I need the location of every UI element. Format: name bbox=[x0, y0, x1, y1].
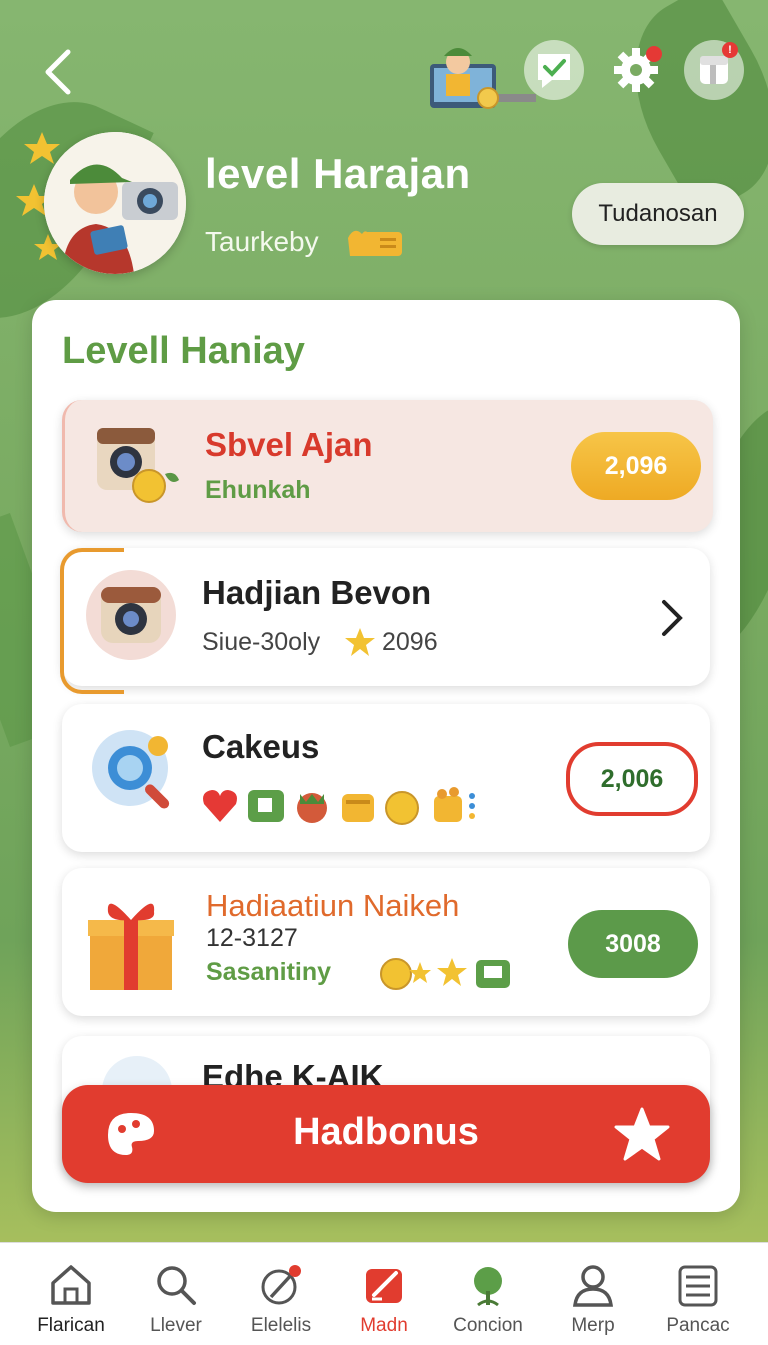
back-button[interactable] bbox=[38, 46, 82, 98]
nav-label: Concion bbox=[453, 1315, 523, 1336]
nav-item-edit[interactable]: Madn bbox=[334, 1257, 434, 1341]
list-item[interactable]: Hadiaatiun Naikeh 12-3127 Sasanitiny 300… bbox=[62, 868, 710, 1016]
card-title: Hadiaatiun Naikeh bbox=[206, 888, 460, 923]
list-item[interactable]: Cakeus 2,006 bbox=[62, 704, 710, 852]
nav-label: Elelelis bbox=[250, 1315, 312, 1336]
inbox-button[interactable]: ! bbox=[684, 40, 744, 100]
main-panel: Levell Haniay Sbvel Ajan Ehunkah 2,096 H… bbox=[32, 300, 740, 1212]
nav-item-list[interactable]: Pancac bbox=[648, 1257, 748, 1341]
chat-check-button[interactable] bbox=[524, 40, 584, 100]
nav-label: Llever bbox=[150, 1315, 202, 1336]
card-title: Hadjian Bevon bbox=[202, 574, 432, 611]
notification-dot: ! bbox=[722, 42, 738, 58]
list-item[interactable]: Hadjian Bevon Siue-30oly 2096 bbox=[60, 548, 710, 694]
brush-icon bbox=[261, 1265, 301, 1305]
value-pill-button[interactable]: 2,096 bbox=[571, 432, 701, 500]
camera-icon bbox=[86, 570, 176, 660]
card-code: 12-3127 bbox=[206, 924, 298, 952]
camera-icon bbox=[95, 424, 185, 508]
home-icon bbox=[51, 1265, 91, 1305]
plant-icon bbox=[474, 1267, 502, 1307]
chevron-right-icon[interactable] bbox=[660, 598, 684, 638]
star-icon bbox=[345, 628, 375, 656]
search-magnifier-icon bbox=[88, 724, 184, 820]
value-pill-button[interactable]: 3008 bbox=[568, 910, 698, 978]
action-pill-button[interactable]: Tudanosan bbox=[572, 183, 744, 245]
profile-name: level Harajan bbox=[205, 150, 471, 197]
avatar[interactable] bbox=[44, 132, 186, 274]
gift-box-icon bbox=[86, 892, 176, 992]
list-item[interactable]: Sbvel Ajan Ehunkah 2,096 bbox=[62, 400, 713, 532]
star-icon bbox=[614, 1107, 670, 1161]
nav-item-brush[interactable]: Elelelis bbox=[231, 1257, 331, 1341]
card-subtitle: Ehunkah bbox=[205, 476, 311, 504]
nav-item-home[interactable]: Flarican bbox=[21, 1257, 121, 1341]
nav-item-plant[interactable]: Concion bbox=[438, 1257, 538, 1341]
card-score: 2096 bbox=[382, 628, 438, 656]
nav-label: Flarican bbox=[37, 1315, 105, 1336]
profile-subtitle: Taurkeby bbox=[205, 226, 319, 257]
card-title: Cakeus bbox=[202, 728, 320, 765]
bonus-cta-button[interactable]: Hadbonus bbox=[62, 1085, 710, 1183]
top-bar: ! bbox=[0, 0, 768, 130]
edit-icon bbox=[366, 1269, 402, 1303]
card-subtitle: Sasanitiny bbox=[206, 958, 332, 986]
nav-item-profile[interactable]: Merp bbox=[543, 1257, 643, 1341]
cta-label: Hadbonus bbox=[293, 1111, 479, 1153]
mascot-illustration bbox=[428, 36, 538, 112]
settings-button[interactable] bbox=[606, 40, 666, 100]
avatar-illustration bbox=[44, 132, 186, 274]
reward-icons-row bbox=[200, 782, 490, 826]
card-subtitle: Siue-30oly bbox=[202, 628, 321, 656]
nav-label: Madn bbox=[360, 1315, 408, 1336]
reward-icons-row bbox=[380, 954, 520, 994]
chat-check-icon bbox=[538, 54, 570, 88]
search-icon bbox=[157, 1266, 196, 1305]
person-icon bbox=[573, 1265, 613, 1307]
notification-dot bbox=[646, 46, 662, 62]
bottom-nav: Flarican Llever Elelelis Madn Concion Me… bbox=[0, 1242, 768, 1345]
nav-label: Merp bbox=[571, 1315, 615, 1336]
nav-label: Pancac bbox=[666, 1315, 730, 1336]
badge-icon bbox=[344, 224, 404, 260]
value-pill-button[interactable]: 2,006 bbox=[566, 742, 698, 816]
card-title: Sbvel Ajan bbox=[205, 426, 373, 463]
nav-item-search[interactable]: Llever bbox=[126, 1257, 226, 1341]
chevron-left-icon bbox=[45, 49, 71, 95]
list-icon bbox=[678, 1265, 718, 1307]
panel-title: Levell Haniay bbox=[62, 330, 305, 372]
